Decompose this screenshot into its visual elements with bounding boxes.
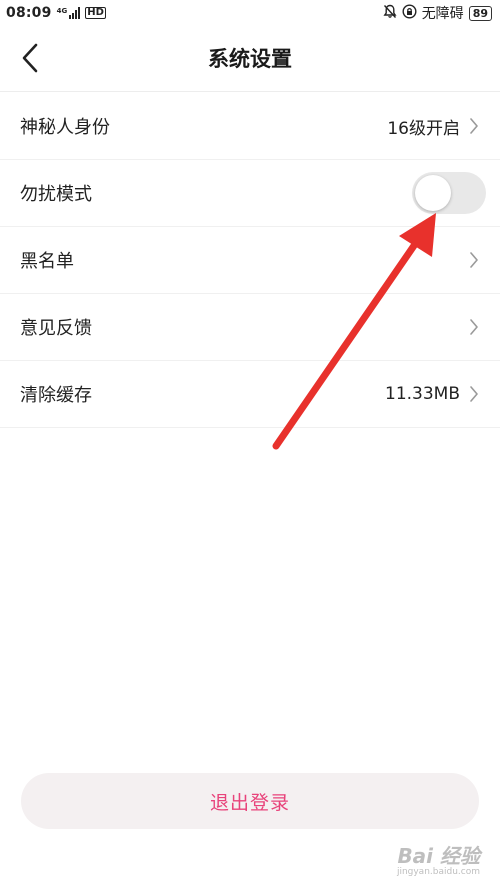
battery-indicator: 89 <box>468 5 492 21</box>
setting-row-blacklist[interactable]: 黑名单 <box>0 227 500 294</box>
back-arrow-icon <box>22 43 38 73</box>
settings-list: 神秘人身份 16级开启 勿扰模式 黑名单 意见反馈 清除缓存 11.33MB <box>0 93 500 428</box>
app-header: 系统设置 <box>0 26 500 92</box>
setting-value: 16级开启 <box>387 118 460 139</box>
setting-row-clear-cache[interactable]: 清除缓存 11.33MB <box>0 361 500 428</box>
page-title: 系统设置 <box>208 47 292 71</box>
lock-rotation-icon <box>402 3 417 23</box>
setting-label: 黑名单 <box>20 251 74 272</box>
setting-row-mystery-identity[interactable]: 神秘人身份 16级开启 <box>0 93 500 160</box>
watermark-sub: jingyan.baidu.com <box>396 867 480 877</box>
setting-label: 意见反馈 <box>20 318 92 339</box>
logout-button[interactable]: 退出登录 <box>21 773 479 829</box>
status-bar-right: 无障碍 89 <box>383 3 492 23</box>
bell-off-icon <box>383 4 397 23</box>
setting-label: 清除缓存 <box>20 385 92 406</box>
network-type: 4G <box>56 7 68 15</box>
chevron-right-icon <box>468 318 480 336</box>
back-button[interactable] <box>10 38 50 78</box>
setting-value: 11.33MB <box>385 384 460 404</box>
signal-icon <box>69 7 81 19</box>
setting-label: 勿扰模式 <box>20 184 92 205</box>
chevron-right-icon <box>468 385 480 403</box>
toggle-knob <box>415 175 451 211</box>
chevron-right-icon <box>468 117 480 135</box>
status-bar-left: 08:09 4G HD <box>6 5 106 21</box>
setting-row-do-not-disturb: 勿扰模式 <box>0 160 500 227</box>
do-not-disturb-toggle[interactable] <box>412 172 486 214</box>
setting-row-feedback[interactable]: 意见反馈 <box>0 294 500 361</box>
status-time: 08:09 <box>6 5 52 21</box>
watermark-logo: Bai 经验 jingyan.baidu.com <box>397 840 480 877</box>
watermark-main: Bai 经验 <box>397 844 480 868</box>
screen: 08:09 4G HD 无障碍 89 系统设置 神秘人身份 16级开启 勿扰模式… <box>0 0 500 889</box>
status-bar: 08:09 4G HD 无障碍 89 <box>0 0 500 26</box>
accessibility-status-text: 无障碍 <box>421 6 464 22</box>
hd-badge: HD <box>85 7 106 19</box>
setting-label: 神秘人身份 <box>20 117 110 138</box>
chevron-right-icon <box>468 251 480 269</box>
